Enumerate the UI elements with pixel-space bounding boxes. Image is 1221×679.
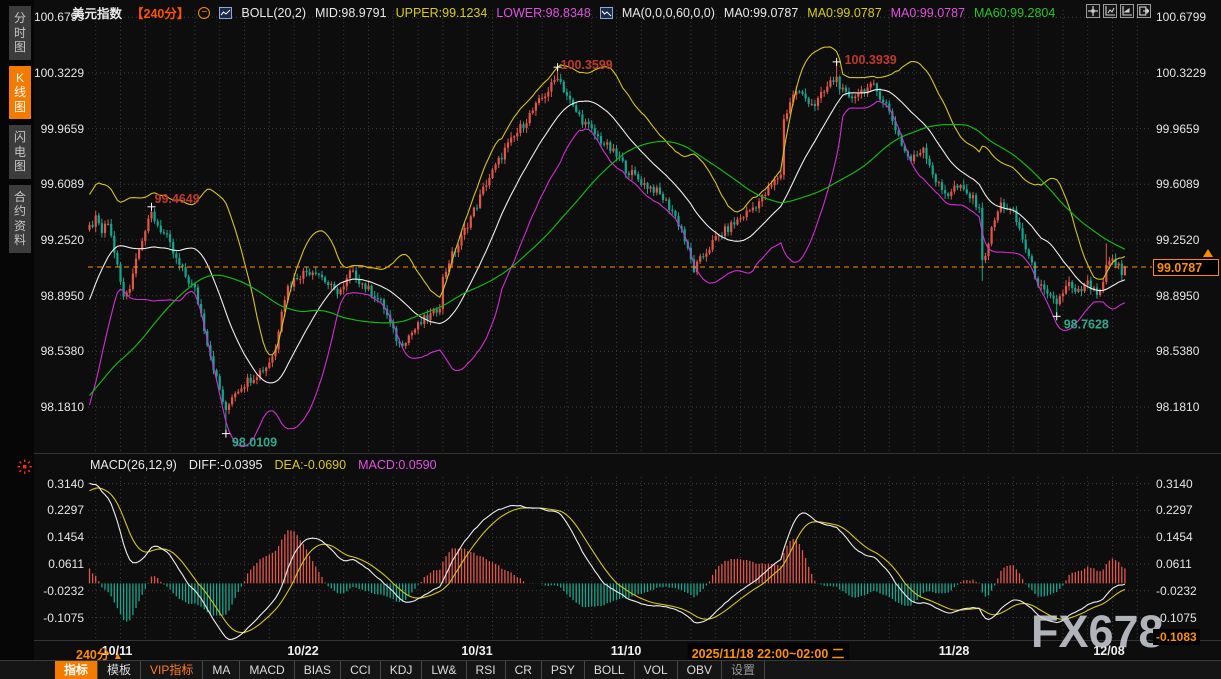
price-axis-label-right: 100.6799 xyxy=(1156,10,1218,24)
period-tag: 【240分】 xyxy=(131,3,189,22)
toolbar-item-vip-indicator[interactable]: VIP指标 xyxy=(141,661,203,679)
gridlines xyxy=(88,10,1152,640)
xaxis-tick[interactable]: 10/31 xyxy=(461,644,492,658)
toolbar-item-indicator[interactable]: 指标 xyxy=(55,661,98,679)
ma0-value-white: MA0:99.0787 xyxy=(724,6,798,20)
price-axis-label-right: 98.5380 xyxy=(1156,344,1218,358)
macd-header: MACD(26,12,9) DIFF:-0.0395 DEA:-0.0690 M… xyxy=(90,458,437,472)
price-axis-label-right: 98.8950 xyxy=(1156,289,1218,303)
boll-lower-value: LOWER:98.8348 xyxy=(496,6,591,20)
candles xyxy=(88,62,1126,434)
sidebar-item-flash-chart[interactable]: 闪 电 图 xyxy=(9,125,31,179)
axis-scale-icon[interactable] xyxy=(1103,4,1117,18)
sidebar: 分 时 图 K 线 图闪 电 图合 约 资 料 xyxy=(0,0,34,679)
macd-axis-label-left: 0.2297 xyxy=(30,503,84,517)
toolbar-item-obv[interactable]: OBV xyxy=(678,661,722,679)
toolbar-item-bias[interactable]: BIAS xyxy=(295,661,341,679)
trading-app-window: 分 时 图 K 线 图闪 电 图合 约 资 料 99.4649 98.0109 100… xyxy=(0,0,1221,679)
new-window-icon[interactable] xyxy=(1137,4,1151,18)
boll-label[interactable]: BOLL(20,2) xyxy=(241,6,306,20)
indicator-toolbar: 指标模板VIP指标MAMACDBIASCCIKDJLW&RSICRPSYBOLL… xyxy=(0,660,1221,679)
indicator-settings-icon[interactable] xyxy=(17,459,32,474)
price-axis-label-left: 100.3229 xyxy=(30,66,84,80)
collapse-icon[interactable]: − xyxy=(198,7,210,19)
toolbar-item-boll[interactable]: BOLL xyxy=(585,661,635,679)
current-price-tag: 99.0787 xyxy=(1153,259,1219,276)
price-axis-label-right: 100.3229 xyxy=(1156,66,1218,80)
toolbar-item-vol[interactable]: VOL xyxy=(635,661,678,679)
macd-axis-label-right: 0.0611 xyxy=(1156,557,1218,571)
toolbar-item-lwr[interactable]: LW& xyxy=(422,661,466,679)
price-axis-label-right: 98.1810 xyxy=(1156,400,1218,414)
toolbar-item-cr[interactable]: CR xyxy=(506,661,542,679)
macd-axis-label-left: -0.0232 xyxy=(30,584,84,598)
high-price-annotation: 99.4649 xyxy=(155,192,200,206)
toolbar-item-template[interactable]: 模板 xyxy=(98,661,141,679)
boll-upper-value: UPPER:99.1234 xyxy=(396,6,488,20)
macd-crosshair-value: -0.1083 xyxy=(1153,629,1200,645)
xaxis-tick[interactable]: 11/28 xyxy=(939,644,970,658)
macd-macd-value: MACD:0.0590 xyxy=(358,458,437,472)
macd-axis-label-right: 0.3140 xyxy=(1156,477,1218,491)
boll-mid-value: MID:98.9791 xyxy=(315,6,387,20)
symbol-name: 美元指数 xyxy=(72,3,122,22)
macd-axis-label-left: 0.0611 xyxy=(30,557,84,571)
macd-axis-label-right: 0.1454 xyxy=(1156,530,1218,544)
watermark: FX678 xyxy=(1031,606,1164,658)
price-axis-label-left: 98.8950 xyxy=(30,289,84,303)
macd-params-label[interactable]: MACD(26,12,9) xyxy=(90,458,177,472)
price-axis-label-left: 99.6089 xyxy=(30,177,84,191)
toolbar-item-ma[interactable]: MA xyxy=(203,661,240,679)
price-axis-label-left: 99.2520 xyxy=(30,233,84,247)
ma-label[interactable]: MA(0,0,0,60,0,0) xyxy=(622,6,715,20)
toolbar-item-psy[interactable]: PSY xyxy=(542,661,585,679)
toolbar-item-settings[interactable]: 设置 xyxy=(722,661,765,679)
price-axis-label-right: 99.6089 xyxy=(1156,177,1218,191)
chart-header: 美元指数 【240分】 − BOLL(20,2) MID:98.9791 UPP… xyxy=(72,3,1055,22)
pane-divider xyxy=(0,453,1221,454)
sidebar-item-contract-info[interactable]: 合 约 资 料 xyxy=(9,185,31,253)
xaxis-tick[interactable]: 10/22 xyxy=(287,644,318,658)
high-price-annotation: 100.3599 xyxy=(561,58,613,72)
price-axis-label-right: 99.2520 xyxy=(1156,233,1218,247)
macd-axis-label-right: -0.1075 xyxy=(1156,611,1218,625)
sidebar-item-kline-chart[interactable]: K 线 图 xyxy=(9,66,31,120)
page-forward-icon[interactable] xyxy=(1120,4,1134,18)
price-up-arrow-icon xyxy=(1203,249,1213,257)
toolbar-item-kdj[interactable]: KDJ xyxy=(381,661,423,679)
ma0-value-yellow: MA0:99.0787 xyxy=(807,6,881,20)
macd-diff-value: DIFF:-0.0395 xyxy=(189,458,263,472)
xaxis-tick[interactable]: 11/10 xyxy=(611,644,642,658)
toolbar-item-rsi[interactable]: RSI xyxy=(467,661,506,679)
sidebar-item-time-chart[interactable]: 分 时 图 xyxy=(9,6,31,60)
ma60-value: MA60:99.2804 xyxy=(974,6,1055,20)
chart-canvas[interactable]: 99.4649 98.0109 100.3599 100.3939 98.7628 xyxy=(0,0,1221,679)
price-axis-label-left: 99.9659 xyxy=(30,122,84,136)
ma-indicator-icon[interactable] xyxy=(600,7,613,19)
window-icon-group xyxy=(1086,4,1151,18)
price-annotations: 99.4649 98.0109 100.3599 100.3939 98.7628 xyxy=(148,53,1109,450)
ma0-value-magenta: MA0:99.0787 xyxy=(891,6,965,20)
macd-dea-value: DEA:-0.0690 xyxy=(274,458,346,472)
price-axis-label-right: 99.9659 xyxy=(1156,122,1218,136)
price-axis-label-left: 98.5380 xyxy=(30,344,84,358)
macd-axis-label-left: 0.1454 xyxy=(30,530,84,544)
high-price-annotation: 100.3939 xyxy=(845,53,897,67)
low-price-annotation: 98.7628 xyxy=(1064,317,1109,331)
price-axis-label-left: 98.1810 xyxy=(30,400,84,414)
move-chart-icon[interactable] xyxy=(1086,4,1100,18)
macd-axis-label-left: -0.1075 xyxy=(30,611,84,625)
macd-axis-label-left: 0.3140 xyxy=(30,477,84,491)
macd-axis-label-right: -0.0232 xyxy=(1156,584,1218,598)
low-price-annotation: 98.0109 xyxy=(232,436,277,450)
toolbar-item-cci[interactable]: CCI xyxy=(341,661,381,679)
macd-axis-label-right: 0.2297 xyxy=(1156,503,1218,517)
boll-indicator-icon[interactable] xyxy=(219,7,232,19)
toolbar-item-macd[interactable]: MACD xyxy=(240,661,294,679)
